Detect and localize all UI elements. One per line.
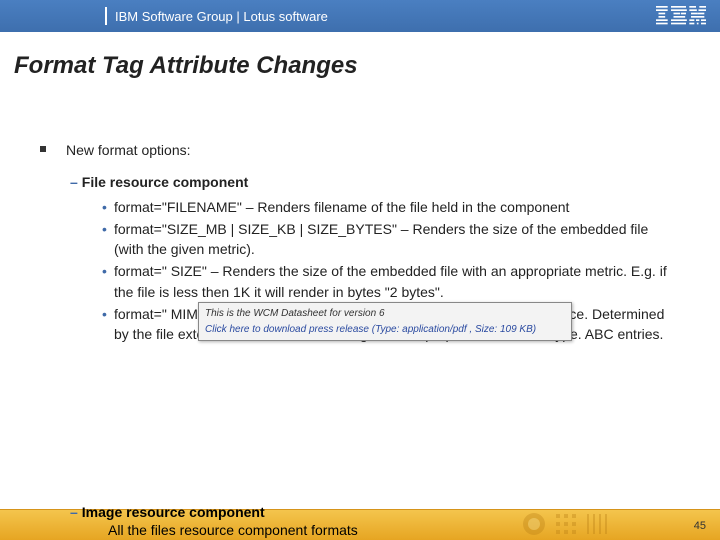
main-bullet-row: New format options:	[40, 140, 680, 160]
header-band: IBM Software Group | Lotus software	[0, 0, 720, 32]
section-image-resource: –Image resource component	[70, 504, 265, 520]
dot-bullet-icon: •	[102, 219, 107, 239]
list-item: • format=" SIZE" – Renders the size of th…	[102, 261, 680, 302]
ibm-logo	[656, 6, 706, 26]
item-text: format="FILENAME" – Renders filename of …	[114, 199, 569, 215]
footer-ornament-icon	[520, 510, 640, 538]
item-text: format=" SIZE" – Renders the size of the…	[114, 263, 667, 299]
header-separator	[105, 7, 107, 25]
page-title: Format Tag Attribute Changes	[14, 52, 358, 80]
section-heading: File resource component	[82, 174, 248, 190]
popup-line: Click here to download press release (Ty…	[205, 323, 565, 337]
square-bullet-icon	[40, 146, 46, 152]
list-item: • format="SIZE_MB | SIZE_KB | SIZE_BYTES"…	[102, 219, 680, 260]
dot-bullet-icon: •	[102, 304, 107, 324]
dot-bullet-icon: •	[102, 261, 107, 281]
item-text: format="SIZE_MB | SIZE_KB | SIZE_BYTES" …	[114, 221, 648, 257]
dot-bullet-icon: •	[102, 197, 107, 217]
dash-icon: –	[70, 504, 78, 520]
popup-title: This is the WCM Datasheet for version 6	[205, 307, 565, 321]
section-file-resource: –File resource component	[70, 172, 680, 192]
tooltip-popup: This is the WCM Datasheet for version 6 …	[198, 302, 572, 341]
page-number: 45	[694, 520, 706, 532]
main-bullet-text: New format options:	[66, 140, 191, 160]
section-heading: Image resource component	[82, 504, 265, 520]
list-item: • format="FILENAME" – Renders filename of…	[102, 197, 680, 217]
image-resource-partial-line: All the files resource component formats	[108, 522, 358, 538]
dash-icon: –	[70, 174, 78, 190]
header-title: IBM Software Group | Lotus software	[115, 9, 328, 24]
